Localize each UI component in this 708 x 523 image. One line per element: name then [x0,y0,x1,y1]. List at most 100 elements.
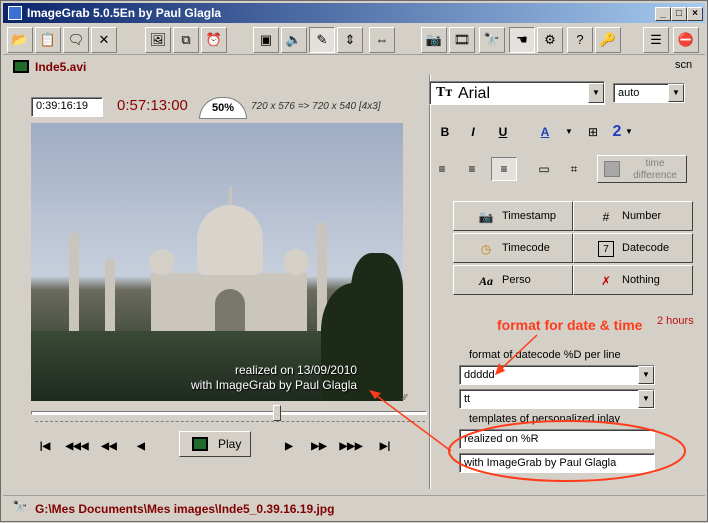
text-color-button[interactable]: A [533,121,557,143]
time-difference-button[interactable]: time difference [597,155,687,183]
italic-button[interactable]: I [461,121,485,143]
forward-button[interactable]: ▶▶ [307,437,331,457]
hand-icon[interactable]: ☚ [509,27,535,53]
calendar-icon: 7 [598,241,614,257]
datecode-line-2-value: tt [464,393,471,405]
datecode-label: Datecode [622,242,670,254]
film-icon [13,60,29,73]
chevron-down-icon[interactable]: ▼ [638,390,654,408]
time-difference-icon [604,161,620,177]
timecode-label: Timecode [502,242,550,254]
binoculars-icon: 🔭 [12,500,28,514]
datecode-line-1-select[interactable]: ddddd ▼ [459,365,655,385]
perso-label: Perso [502,274,531,286]
minimize-button[interactable]: _ [655,7,671,21]
align-left-icon[interactable]: ≡ [429,157,455,181]
chevron-down-icon[interactable]: ▼ [557,121,581,143]
small-dome-shape [149,249,175,275]
step-back-button[interactable]: ◀ [129,437,153,457]
video-preview[interactable]: realized on 13/09/2010 with ImageGrab by… [31,123,403,401]
template-line-1-input[interactable]: realized on %R [459,429,655,449]
nothing-button[interactable]: ✗ Nothing [573,265,693,295]
back-button[interactable]: ◀◀ [97,437,121,457]
seek-slider-thumb[interactable] [272,405,281,421]
position-bottom-icon[interactable]: ▭ [531,157,557,181]
resize-grip[interactable]: ⁄⁄⁄ [403,393,419,402]
font-size-select[interactable]: auto ▼ [613,83,685,103]
key-icon[interactable]: 🔑 [595,27,621,53]
datecode-line-1-value: ddddd [464,369,495,381]
clock-icon: ◷ [480,242,492,256]
bold-button[interactable]: B [433,121,457,143]
close-button[interactable]: × [687,7,703,21]
time-difference-hours: 2 hours [657,315,694,327]
no-stamp-icon: ✗ [600,274,612,288]
time-difference-label: time difference [633,158,677,181]
number-label: Number [622,210,662,222]
chevron-down-icon[interactable]: ▼ [638,366,654,384]
step-forward-button[interactable]: ▶ [277,437,301,457]
list-icon[interactable]: ☰ [643,27,669,53]
comment-icon[interactable]: 🗨 [63,27,89,53]
chevron-down-icon[interactable]: ▼ [588,83,604,103]
font-select[interactable]: Tт Arial ▼ [429,81,605,105]
play-button[interactable]: Play [179,431,251,457]
resolution-label: 720 x 576 => 720 x 540 [4x3] [251,101,381,112]
film-icon[interactable]: 🎞 [449,27,475,53]
pen-icon[interactable]: ✎ [309,27,335,53]
panel-splitter[interactable] [429,75,431,489]
maximize-button[interactable]: □ [671,7,687,21]
copy-icon[interactable]: ⧉ [173,27,199,53]
camera-icon[interactable]: 📷 [421,27,447,53]
zoom-indicator[interactable]: 50% [199,97,247,119]
underline-button[interactable]: U [491,121,515,143]
fast-back-button[interactable]: ◀◀◀ [65,437,89,457]
mode-label: scn [675,59,693,71]
speaker-icon[interactable]: 🔈 [281,27,307,53]
overlay-line-1: realized on 13/09/2010 [235,363,358,377]
perso-button[interactable]: Aa Perso [453,265,573,295]
timestamp-label: Timestamp [502,210,556,222]
file-name: Inde5.avi [35,60,87,74]
chevron-down-icon[interactable]: ▼ [617,121,641,143]
slider-ticks [35,421,425,427]
binoculars-icon[interactable]: 🔭 [479,27,505,53]
help-icon[interactable]: ? [567,27,593,53]
stop-icon[interactable]: ⛔ [673,27,699,53]
font-icon: Tт [436,85,453,100]
number-button[interactable]: # Number [573,201,693,231]
border-icon[interactable]: ⊞ [581,121,605,143]
camera-icon: 📷 [478,210,494,224]
title-bar: ImageGrab 5.0.5En by Paul Glagla _ □ × [3,3,705,23]
folder-open-icon[interactable]: 📂 [7,27,33,53]
template-line-2-input[interactable]: with ImageGrab by Paul Glagla [459,453,655,473]
saved-file-path: G:\Mes Documents\Mes images\Inde5_0.39.1… [35,502,335,516]
main-window: ImageGrab 5.0.5En by Paul Glagla _ □ × 📂… [0,0,708,522]
timecode-button[interactable]: ◷ Timecode [453,233,573,263]
font-size-value: auto [618,87,640,99]
chevron-down-icon[interactable]: ▼ [668,84,684,102]
cross-icon[interactable]: ✕ [91,27,117,53]
paste-icon[interactable]: 📋 [35,27,61,53]
small-dome-shape [283,249,309,275]
status-bar: 🔭 G:\Mes Documents\Mes images\Inde5_0.39… [3,495,705,519]
datecode-button[interactable]: 7 Datecode [573,233,693,263]
screen-icon[interactable]: ▣ [253,27,279,53]
timestamp-button[interactable]: 📷 Timestamp [453,201,573,231]
nothing-label: Nothing [622,274,660,286]
position-input[interactable]: 0:39:16:19 [31,97,103,117]
go-end-button[interactable]: ▶| [373,437,397,457]
align-center-icon[interactable]: ≡ [459,157,485,181]
seek-slider[interactable] [31,411,427,415]
go-start-button[interactable]: |◀ [33,437,57,457]
image-export-icon[interactable]: 🖼 [145,27,171,53]
horizontal-resize-icon[interactable]: ⇔ [369,27,395,53]
alarm-clock-icon[interactable]: ⏰ [201,27,227,53]
datecode-format-label: format of datecode %D per line [469,349,621,361]
settings-icon[interactable]: ⚙ [537,27,563,53]
position-inside-icon[interactable]: ⌗ [561,157,587,181]
align-right-icon[interactable]: ≡ [491,157,517,181]
fast-forward-button[interactable]: ▶▶▶ [339,437,363,457]
vertical-resize-icon[interactable]: ⇕ [337,27,363,53]
datecode-line-2-select[interactable]: tt ▼ [459,389,655,409]
